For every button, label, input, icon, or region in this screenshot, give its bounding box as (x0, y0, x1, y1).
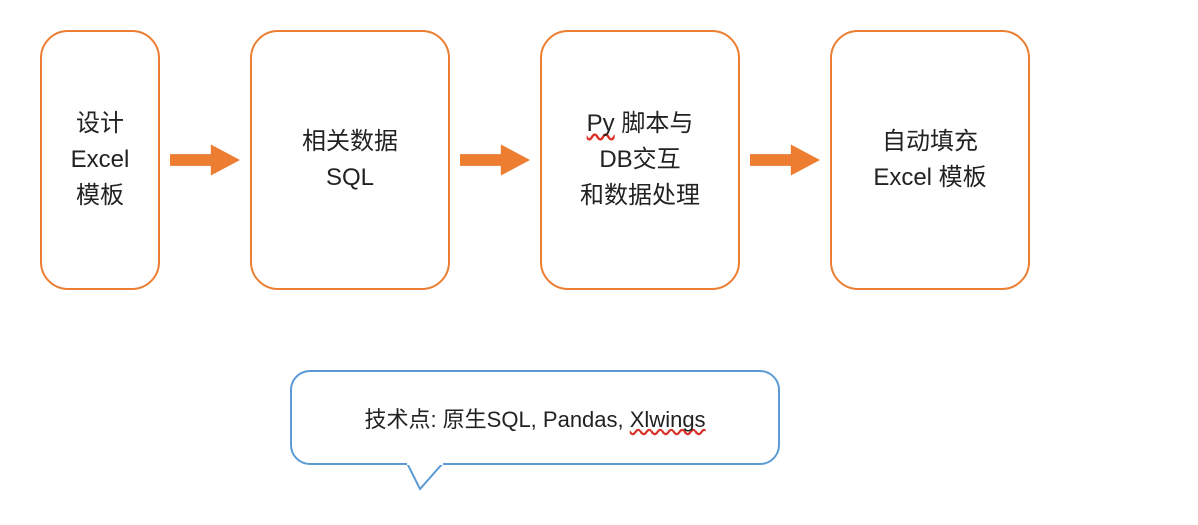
node-auto-fill-excel: 自动填充 Excel 模板 (830, 30, 1030, 290)
spellcheck-mark: Py (587, 110, 615, 137)
callout-text: 技术点: 原生SQL, Pandas, Xlwings (364, 402, 705, 434)
node-text: Py 脚本与 (587, 106, 694, 142)
node-text: 自动填充 (882, 124, 978, 160)
node-text: 相关数据 (302, 124, 398, 160)
node-design-excel-template: 设计 Excel 模板 (40, 30, 160, 290)
arrow-icon (750, 140, 820, 180)
tech-points-callout: 技术点: 原生SQL, Pandas, Xlwings (290, 370, 780, 465)
node-text: SQL (326, 160, 374, 196)
node-py-script-db: Py 脚本与 DB交互 和数据处理 (540, 30, 740, 290)
flow-diagram: 设计 Excel 模板 相关数据 SQL Py 脚本与 DB交互 和数据处理 自… (0, 0, 1198, 290)
node-related-sql: 相关数据 SQL (250, 30, 450, 290)
spellcheck-mark: Xlwings (630, 407, 706, 432)
node-text: DB交互 (599, 142, 680, 178)
arrow-icon (460, 140, 530, 180)
node-text: Excel 模板 (873, 160, 986, 196)
callout-tail-icon (405, 463, 445, 493)
node-text: 模板 (76, 178, 124, 214)
node-text: 设计 (76, 106, 124, 142)
node-text: Excel (71, 142, 130, 178)
arrow-icon (170, 140, 240, 180)
node-text: 和数据处理 (580, 178, 700, 214)
